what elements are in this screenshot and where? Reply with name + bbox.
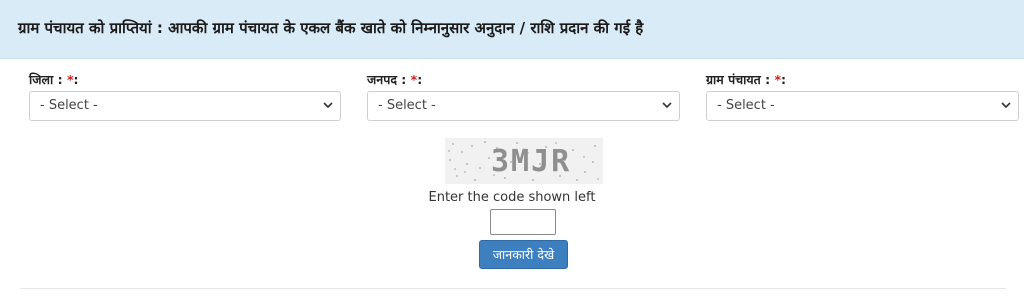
captcha-image: 3MJR bbox=[445, 138, 603, 184]
view-information-button[interactable]: जानकारी देखे bbox=[479, 240, 568, 269]
district-label-text: जिला : bbox=[29, 72, 63, 87]
district-label: जिला : *: bbox=[29, 72, 78, 88]
gram-panchayat-label: ग्राम पंचायत : *: bbox=[706, 72, 786, 88]
captcha-instruction: Enter the code shown left bbox=[428, 190, 596, 205]
janpad-select-value: - Select - bbox=[378, 98, 436, 113]
janpad-label-suffix: : bbox=[417, 72, 423, 87]
janpad-label: जनपद : *: bbox=[367, 72, 422, 88]
page-header: ग्राम पंचायत को प्राप्तियां : आपकी ग्राम… bbox=[0, 0, 1024, 59]
district-field: जिला : *: - Select - bbox=[29, 72, 341, 121]
district-select[interactable]: - Select - bbox=[29, 91, 341, 121]
chevron-down-icon bbox=[1001, 102, 1011, 109]
gram-panchayat-select-value: - Select - bbox=[717, 98, 775, 113]
janpad-select[interactable]: - Select - bbox=[367, 91, 680, 121]
janpad-label-text: जनपद : bbox=[367, 72, 407, 87]
gram-panchayat-field: ग्राम पंचायत : *: - Select - bbox=[706, 72, 1019, 121]
chevron-down-icon bbox=[323, 102, 333, 109]
district-select-value: - Select - bbox=[40, 98, 98, 113]
chevron-down-icon bbox=[662, 102, 672, 109]
gram-panchayat-label-suffix: : bbox=[781, 72, 787, 87]
district-label-suffix: : bbox=[73, 72, 79, 87]
janpad-field: जनपद : *: - Select - bbox=[367, 72, 680, 121]
captcha-input[interactable] bbox=[490, 209, 556, 235]
gram-panchayat-label-text: ग्राम पंचायत : bbox=[706, 72, 771, 87]
page-title: ग्राम पंचायत को प्राप्तियां : आपकी ग्राम… bbox=[18, 19, 644, 37]
gram-panchayat-select[interactable]: - Select - bbox=[706, 91, 1019, 121]
captcha-code: 3MJR bbox=[491, 144, 572, 179]
divider bbox=[20, 288, 1006, 289]
